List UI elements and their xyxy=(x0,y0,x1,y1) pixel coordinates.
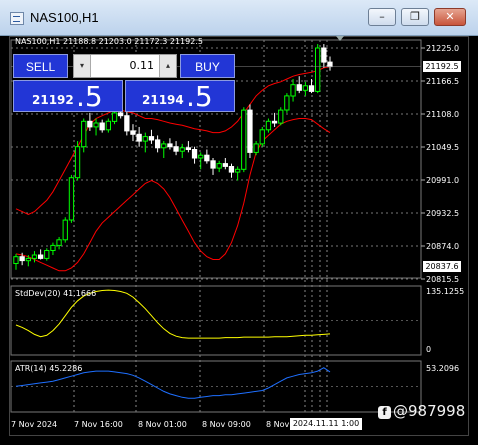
time-tick-label: 8 Nov xyxy=(266,420,290,429)
buy-button[interactable]: BUY xyxy=(180,54,235,78)
candle-body xyxy=(296,84,302,91)
candle-body xyxy=(222,163,228,167)
time-tick-label: 7 Nov 16:00 xyxy=(74,420,123,429)
candle-body xyxy=(118,112,124,117)
candle-body xyxy=(81,120,87,148)
lot-size-input[interactable]: 0.11 xyxy=(92,55,155,77)
candle-body xyxy=(228,166,235,173)
watermark-text: @987998 xyxy=(393,402,466,420)
time-tick-label: 8 Nov 01:00 xyxy=(138,420,187,429)
candle-body xyxy=(44,250,50,259)
price-tick-label: 21166.5 xyxy=(426,77,459,86)
price-tick-label: 20874.0 xyxy=(426,242,459,251)
time-tick-label: 7 Nov 2024 xyxy=(11,420,57,429)
sell-price-button[interactable]: 21192 .5 xyxy=(13,80,123,113)
candle-body xyxy=(25,257,32,262)
candle-body xyxy=(185,147,191,151)
lot-decrease-button[interactable]: ▾ xyxy=(74,55,91,77)
candle-body xyxy=(204,154,210,162)
candle-body xyxy=(321,47,327,63)
atr-indicator-label: ATR(14) 45.2286 xyxy=(15,364,83,373)
candle-body xyxy=(308,85,315,92)
price-tick-label: 21049.5 xyxy=(426,143,459,152)
candle-body xyxy=(210,160,216,169)
candle-body xyxy=(198,154,204,159)
sell-button[interactable]: SELL xyxy=(13,54,68,78)
candle-body xyxy=(241,109,247,170)
buy-price-main: 21194 xyxy=(142,93,184,107)
candle-body xyxy=(173,146,179,152)
candle-body xyxy=(13,256,19,265)
atr-max-label: 53.2096 xyxy=(426,364,459,373)
price-tick-label: 21225.0 xyxy=(426,44,459,53)
candle-body xyxy=(148,136,155,141)
candle-body xyxy=(38,254,44,259)
candle-body xyxy=(31,254,38,259)
stddev-indicator-label: StdDev(20) 41.1666 xyxy=(15,289,97,298)
current-price-tag: 21192.5 xyxy=(423,61,461,72)
candle-body xyxy=(19,256,25,262)
social-logo-icon: f xyxy=(378,406,391,419)
candle-body xyxy=(179,147,185,152)
candle-body xyxy=(142,136,148,142)
candle-body xyxy=(111,112,118,122)
buy-price-button[interactable]: 21194 .5 xyxy=(125,80,235,113)
candle-body xyxy=(265,120,272,131)
candle-body xyxy=(56,239,62,246)
candle-body xyxy=(191,149,198,159)
price-tick-label: 21108.0 xyxy=(426,110,459,119)
candle-body xyxy=(155,139,161,149)
stddev-max-label: 135.1255 xyxy=(426,287,464,296)
candle-body xyxy=(302,85,309,91)
candle-body xyxy=(74,146,81,179)
candle-body xyxy=(99,122,105,131)
candle-body xyxy=(167,143,173,148)
candle-body xyxy=(253,143,259,153)
candle-body xyxy=(278,109,284,124)
candle-body xyxy=(93,122,99,128)
candle-body xyxy=(136,133,142,142)
price-tick-label: 20991.0 xyxy=(426,176,459,185)
candle-body xyxy=(216,163,222,169)
candle-body xyxy=(87,120,93,128)
lot-increase-button[interactable]: ▴ xyxy=(159,55,176,77)
candle-body xyxy=(247,109,253,153)
chart-shift-marker[interactable] xyxy=(336,36,344,41)
candle-body xyxy=(235,168,241,173)
candle-body xyxy=(130,130,136,135)
cursor-time-tag: 2024.11.11 1:00 xyxy=(290,418,362,430)
candle-body xyxy=(68,177,75,221)
sell-price-main: 21192 xyxy=(32,93,74,107)
watermark: f @987998 xyxy=(378,402,465,420)
one-click-trading-panel: SELL ▾ 0.11 ▴ BUY 21192 .5 21194 .5 xyxy=(13,54,235,113)
price-tick-label: 20932.5 xyxy=(426,209,459,218)
price-tick-label: 20815.5 xyxy=(426,275,459,284)
low-price-tag: 20837.6 xyxy=(423,261,461,272)
candle-body xyxy=(259,129,265,145)
symbol-ohlc-header: NAS100,H1 21188.8 21203.0 21172.3 21192.… xyxy=(15,37,203,46)
candle-body xyxy=(315,47,321,92)
sell-price-fraction: .5 xyxy=(76,80,103,113)
terminal-window: NAS100,H1 – ❐ ✕ 21225.0 21166.5 21108.0 210… xyxy=(0,0,478,445)
candle-body xyxy=(124,115,130,132)
candle-body xyxy=(50,244,56,251)
candle-body xyxy=(284,95,290,111)
candle-body xyxy=(290,84,296,97)
time-tick-label: 8 Nov 09:00 xyxy=(202,420,251,429)
candle-body xyxy=(271,120,278,124)
candle-body xyxy=(105,120,111,131)
buy-price-fraction: .5 xyxy=(186,80,213,113)
candle-body xyxy=(161,143,167,149)
lot-size-stepper[interactable]: ▾ 0.11 ▴ xyxy=(73,54,177,78)
candle-body xyxy=(62,219,68,241)
envelope-lower-line xyxy=(15,118,331,272)
candle-body xyxy=(327,61,333,68)
stddev-min-label: 0 xyxy=(426,345,431,354)
